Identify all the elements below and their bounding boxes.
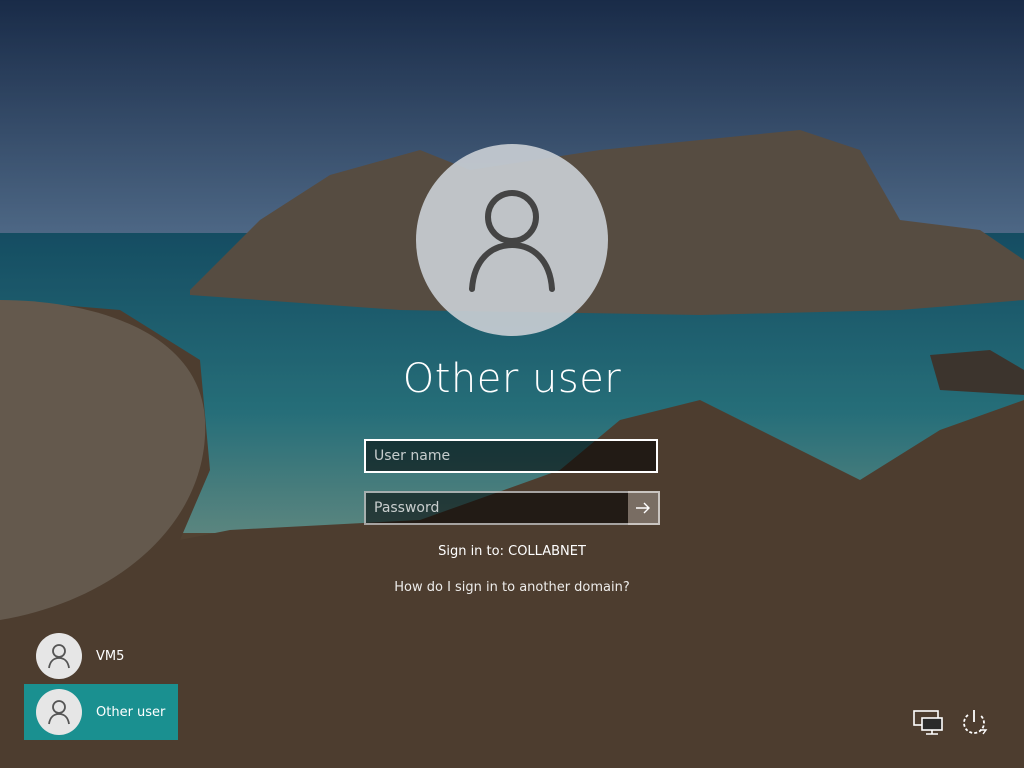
network-icon	[913, 710, 943, 735]
password-input[interactable]	[364, 491, 628, 525]
user-tile-label: VM5	[96, 648, 125, 664]
username-input[interactable]	[364, 439, 658, 473]
user-tile-label: Other user	[96, 704, 166, 720]
user-avatar-small	[36, 633, 82, 679]
user-avatar-small	[36, 689, 82, 735]
power-icon	[963, 710, 988, 735]
user-silhouette-icon	[48, 700, 70, 725]
user-tile-vm5[interactable]: VM5	[24, 628, 178, 684]
network-button[interactable]	[912, 706, 944, 738]
user-silhouette-icon	[48, 644, 70, 669]
user-tile-other-user[interactable]: Other user	[24, 684, 178, 740]
submit-button[interactable]	[628, 491, 660, 525]
domain-help-link[interactable]: How do I sign in to another domain?	[0, 580, 1024, 595]
user-avatar	[416, 144, 608, 336]
sign-in-domain-text: Sign in to: COLLABNET	[438, 544, 586, 559]
username-title: Other user	[402, 356, 622, 402]
arrow-right-icon	[636, 502, 650, 514]
power-button[interactable]	[958, 706, 990, 738]
user-silhouette-icon	[469, 190, 555, 292]
